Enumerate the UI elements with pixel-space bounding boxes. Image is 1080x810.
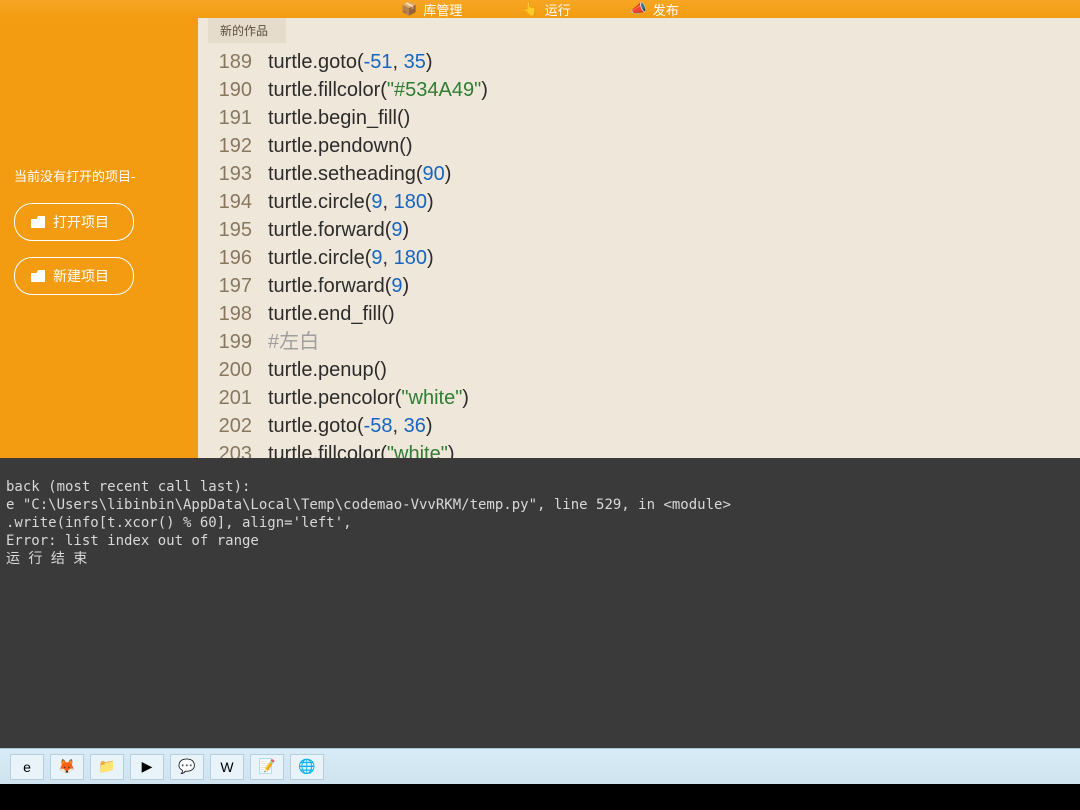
line-number: 191 (198, 104, 268, 132)
line-number: 197 (198, 272, 268, 300)
code-text[interactable]: turtle.circle(9, 180) (268, 188, 434, 216)
code-line[interactable]: 203turtle.fillcolor("white") (198, 440, 1080, 458)
line-number: 189 (198, 48, 268, 76)
code-editor[interactable]: 新的作品 189turtle.goto(-51, 35)190turtle.fi… (198, 18, 1080, 458)
code-text[interactable]: turtle.pencolor("white") (268, 384, 469, 412)
code-text[interactable]: turtle.fillcolor("white") (268, 440, 454, 458)
line-number: 192 (198, 132, 268, 160)
taskbar-app[interactable]: ▶ (130, 754, 164, 780)
line-number: 202 (198, 412, 268, 440)
code-line[interactable]: 198turtle.end_fill() (198, 300, 1080, 328)
line-number: 195 (198, 216, 268, 244)
taskbar-app[interactable]: 🌐 (290, 754, 324, 780)
code-line[interactable]: 195turtle.forward(9) (198, 216, 1080, 244)
code-line[interactable]: 193turtle.setheading(90) (198, 160, 1080, 188)
open-project-label: 打开项目 (53, 212, 109, 232)
taskbar-app[interactable]: W (210, 754, 244, 780)
top-toolbar: 📦库管理 👆运行 📣发布 (0, 0, 1080, 18)
line-number: 200 (198, 356, 268, 384)
code-text[interactable]: turtle.circle(9, 180) (268, 244, 434, 272)
code-line[interactable]: 189turtle.goto(-51, 35) (198, 48, 1080, 76)
code-line[interactable]: 194turtle.circle(9, 180) (198, 188, 1080, 216)
line-number: 199 (198, 328, 268, 356)
code-line[interactable]: 202turtle.goto(-58, 36) (198, 412, 1080, 440)
code-text[interactable]: #左白 (268, 328, 319, 356)
folder-icon (31, 270, 45, 282)
code-text[interactable]: turtle.setheading(90) (268, 160, 451, 188)
output-console[interactable]: back (most recent call last): e "C:\User… (0, 458, 1080, 758)
toolbar-publish[interactable]: 📣发布 (631, 0, 679, 19)
line-number: 193 (198, 160, 268, 188)
toolbar-run[interactable]: 👆运行 (522, 0, 570, 19)
code-text[interactable]: turtle.pendown() (268, 132, 413, 160)
code-text[interactable]: turtle.forward(9) (268, 272, 409, 300)
code-line[interactable]: 199#左白 (198, 328, 1080, 356)
file-tab[interactable]: 新的作品 (208, 18, 286, 43)
code-line[interactable]: 191turtle.begin_fill() (198, 104, 1080, 132)
code-area[interactable]: 189turtle.goto(-51, 35)190turtle.fillcol… (198, 48, 1080, 458)
windows-taskbar: e 🦊 📁 ▶ 💬 W 📝 🌐 (0, 748, 1080, 784)
toolbar-lib[interactable]: 📦库管理 (401, 0, 462, 19)
code-text[interactable]: turtle.end_fill() (268, 300, 395, 328)
line-number: 201 (198, 384, 268, 412)
code-text[interactable]: turtle.penup() (268, 356, 387, 384)
code-line[interactable]: 200turtle.penup() (198, 356, 1080, 384)
code-line[interactable]: 192turtle.pendown() (198, 132, 1080, 160)
new-project-label: 新建项目 (53, 266, 109, 286)
code-line[interactable]: 190turtle.fillcolor("#534A49") (198, 76, 1080, 104)
code-line[interactable]: 196turtle.circle(9, 180) (198, 244, 1080, 272)
code-line[interactable]: 197turtle.forward(9) (198, 272, 1080, 300)
taskbar-app[interactable]: 📁 (90, 754, 124, 780)
line-number: 194 (198, 188, 268, 216)
taskbar-app[interactable]: e (10, 754, 44, 780)
no-project-hint: 当前没有打开的项目- (14, 166, 184, 185)
code-text[interactable]: turtle.goto(-51, 35) (268, 48, 433, 76)
code-line[interactable]: 201turtle.pencolor("white") (198, 384, 1080, 412)
line-number: 196 (198, 244, 268, 272)
taskbar-app[interactable]: 🦊 (50, 754, 84, 780)
code-text[interactable]: turtle.goto(-58, 36) (268, 412, 433, 440)
code-text[interactable]: turtle.fillcolor("#534A49") (268, 76, 488, 104)
folder-icon (31, 216, 45, 228)
taskbar-app[interactable]: 📝 (250, 754, 284, 780)
line-number: 203 (198, 440, 268, 458)
project-sidebar: 当前没有打开的项目- 打开项目 新建项目 (0, 18, 198, 458)
line-number: 190 (198, 76, 268, 104)
code-text[interactable]: turtle.forward(9) (268, 216, 409, 244)
line-number: 198 (198, 300, 268, 328)
open-project-button[interactable]: 打开项目 (14, 203, 134, 241)
taskbar-app[interactable]: 💬 (170, 754, 204, 780)
code-text[interactable]: turtle.begin_fill() (268, 104, 410, 132)
bottom-bezel (0, 784, 1080, 810)
new-project-button[interactable]: 新建项目 (14, 257, 134, 295)
